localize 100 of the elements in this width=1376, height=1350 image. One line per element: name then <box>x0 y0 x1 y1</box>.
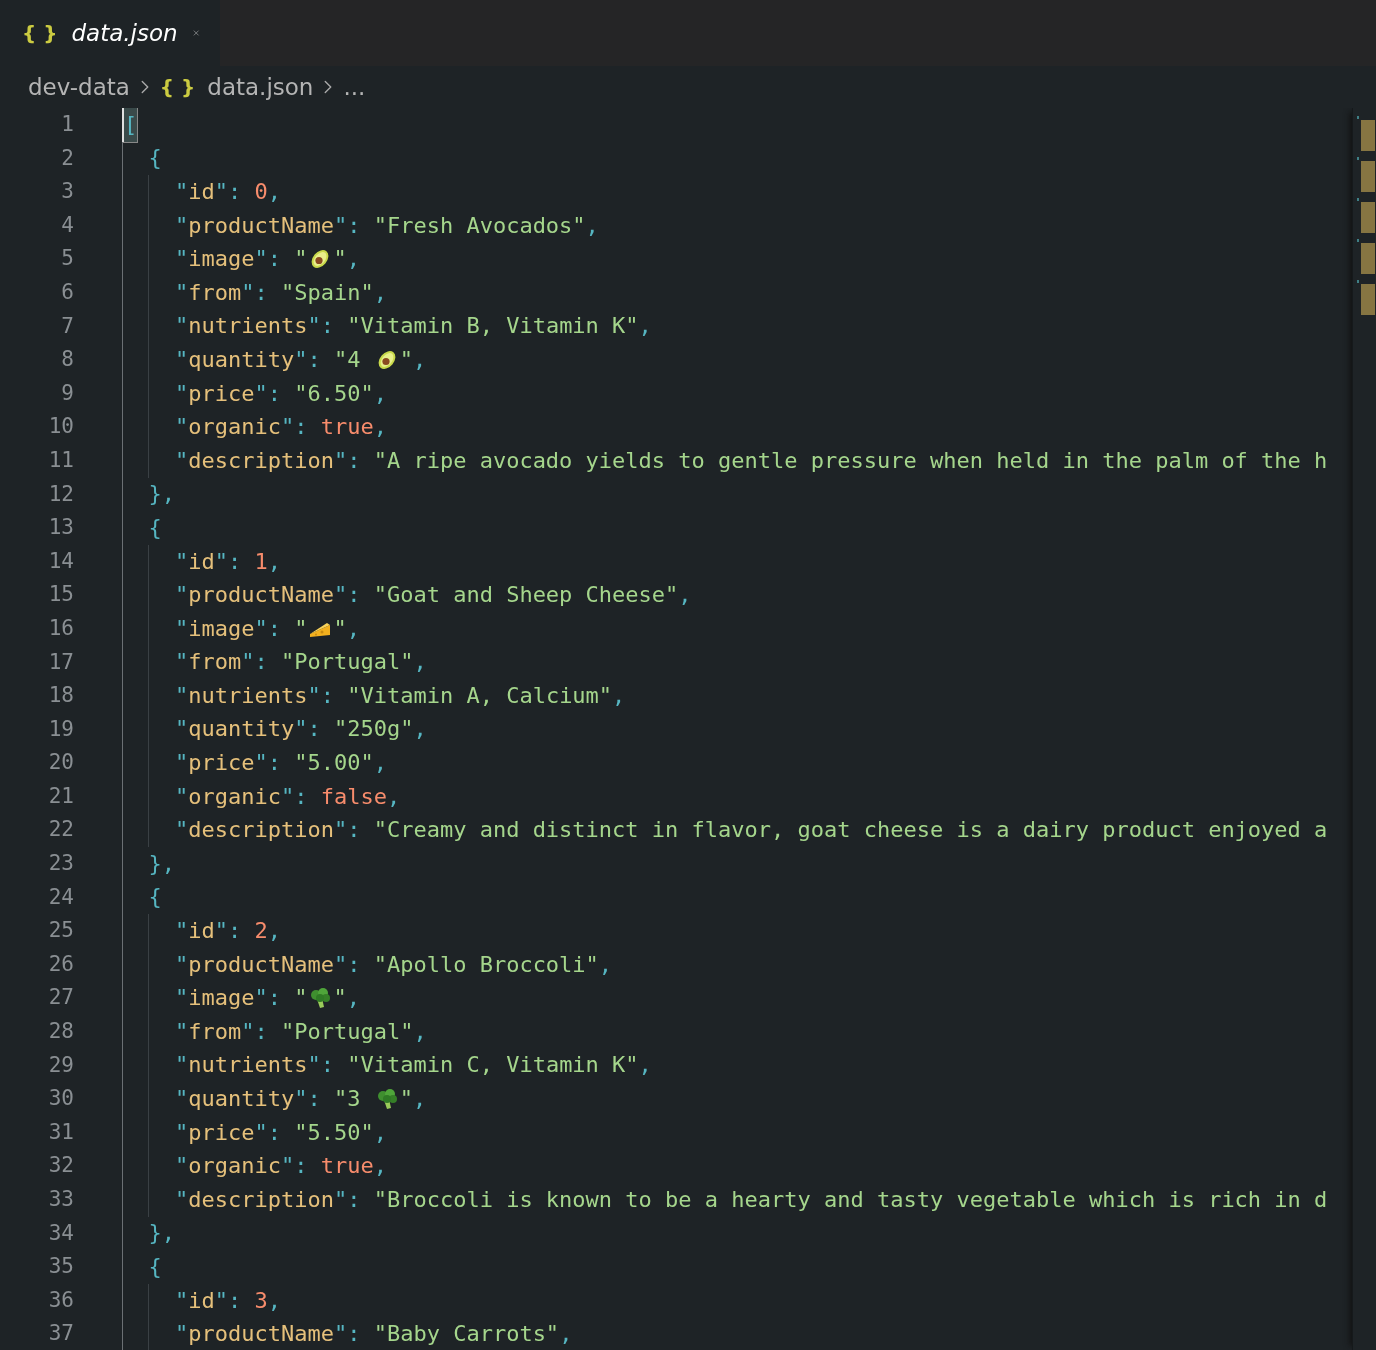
code-token: ": <box>214 179 243 205</box>
line-number: 14 <box>47 547 74 575</box>
code-token: ": <box>214 1287 243 1314</box>
line-number: 12 <box>47 480 74 508</box>
code-token: from <box>188 1018 242 1045</box>
code-token: " <box>399 1086 413 1112</box>
code-token: { <box>147 884 162 911</box>
json-file-icon: { } <box>159 75 196 99</box>
code-token: "4 <box>333 346 362 373</box>
code-token: ": <box>280 414 309 441</box>
line-number: 8 <box>60 346 74 374</box>
code-token: }, <box>147 850 175 877</box>
breadcrumb-item[interactable]: data.json <box>207 74 314 100</box>
code-token: "Creamy and distinct in flavor, goat cheese is a dairy product enjoyed a <box>373 817 1328 844</box>
line-number: 15 <box>47 581 74 609</box>
breadcrumb-item[interactable]: dev-data <box>28 74 130 100</box>
code-token: " <box>173 447 189 474</box>
code-token: " <box>333 246 347 273</box>
line-number: 26 <box>47 950 74 978</box>
code-token: ": <box>294 346 322 373</box>
code-token: ": <box>280 1153 309 1180</box>
code-token: " <box>294 246 308 273</box>
code-token: organic <box>188 1153 281 1180</box>
code-token: , <box>373 1119 387 1146</box>
code-token: " <box>173 1321 189 1348</box>
line-number: 36 <box>47 1286 74 1314</box>
line-number: 24 <box>47 883 74 911</box>
code-token: quantity <box>188 346 295 373</box>
code-token: " <box>173 649 189 676</box>
line-number: 27 <box>47 984 74 1012</box>
code-token: " <box>173 1018 189 1045</box>
code-token: "6.50" <box>294 380 374 407</box>
line-number: 22 <box>47 816 74 844</box>
line-number: 10 <box>47 413 74 441</box>
code-token: " <box>173 716 189 743</box>
code-token: ": <box>241 649 269 676</box>
code-token: }, <box>147 481 175 508</box>
code-token: ": <box>333 447 362 474</box>
code-token: productName <box>188 951 334 978</box>
matched-bracket: [ <box>122 108 138 142</box>
code-token: " <box>173 1153 189 1180</box>
breadcrumb-item[interactable]: ... <box>343 74 366 100</box>
line-number: 5 <box>60 245 74 273</box>
code-token: " <box>173 346 189 373</box>
code-token: id <box>188 918 215 945</box>
line-number: 33 <box>47 1186 74 1213</box>
code-token: ": <box>254 246 282 273</box>
line-number: 34 <box>47 1219 74 1247</box>
code-token: "3 <box>333 1086 362 1112</box>
code-token: "A ripe avocado yields to gentle pressure when held in the palm of the h <box>373 447 1328 474</box>
line-number: 20 <box>47 749 74 777</box>
line-number: 25 <box>47 917 74 945</box>
code-token: ": <box>333 1186 362 1213</box>
code-token: , <box>413 649 427 676</box>
code-token: , <box>412 1086 427 1112</box>
json-file-icon: { } <box>22 21 58 45</box>
code-token: "Baby Carrots" <box>373 1321 560 1348</box>
code-token: " <box>173 582 189 609</box>
code-token: ": <box>307 1052 335 1079</box>
code-token: price <box>188 380 255 407</box>
code-token: ": <box>254 750 282 777</box>
code-token: from <box>188 649 242 676</box>
code-token: , <box>373 750 387 777</box>
code-token: quantity <box>188 716 295 743</box>
code-token: , <box>267 1287 281 1314</box>
code-token: description <box>188 447 334 474</box>
line-number: 30 <box>47 1085 74 1113</box>
code-token: price <box>188 750 255 777</box>
code-token: " <box>173 1052 189 1079</box>
code-token: "250g" <box>333 716 414 743</box>
code-token: " <box>173 1119 189 1146</box>
code-token: id <box>188 1287 215 1314</box>
code-token: "Spain" <box>280 279 374 306</box>
code-token: , <box>346 246 360 273</box>
code-token: productName <box>188 1321 334 1348</box>
code-token: ": <box>254 985 282 1012</box>
code-token: ": <box>280 783 309 810</box>
code-token: ": <box>214 918 243 945</box>
code-token: false <box>320 783 387 810</box>
code-token: , <box>373 414 387 441</box>
minimap[interactable] <box>1352 108 1376 1350</box>
line-number: 18 <box>47 682 74 710</box>
code-token: " <box>173 985 189 1012</box>
code-token: , <box>346 615 360 642</box>
code-token: from <box>188 279 242 306</box>
code-token: "Broccoli is known to be a hearty and tasty vegetable which is rich in d <box>373 1186 1328 1213</box>
code-token: , <box>598 951 613 978</box>
code-token: { <box>147 145 162 172</box>
line-number: 1 <box>60 111 74 138</box>
code-token: ": <box>333 951 362 978</box>
line-number: 37 <box>47 1320 74 1348</box>
code-token: " <box>294 985 308 1012</box>
editor-tab[interactable]: { } data.json <box>0 0 220 66</box>
code-token: 1 <box>254 548 268 575</box>
code-token: " <box>173 1186 189 1213</box>
line-number: 11 <box>47 446 74 474</box>
code-token: id <box>188 548 215 575</box>
code-token: , <box>585 212 599 239</box>
code-token: , <box>412 346 427 373</box>
code-token: true <box>320 1153 374 1180</box>
